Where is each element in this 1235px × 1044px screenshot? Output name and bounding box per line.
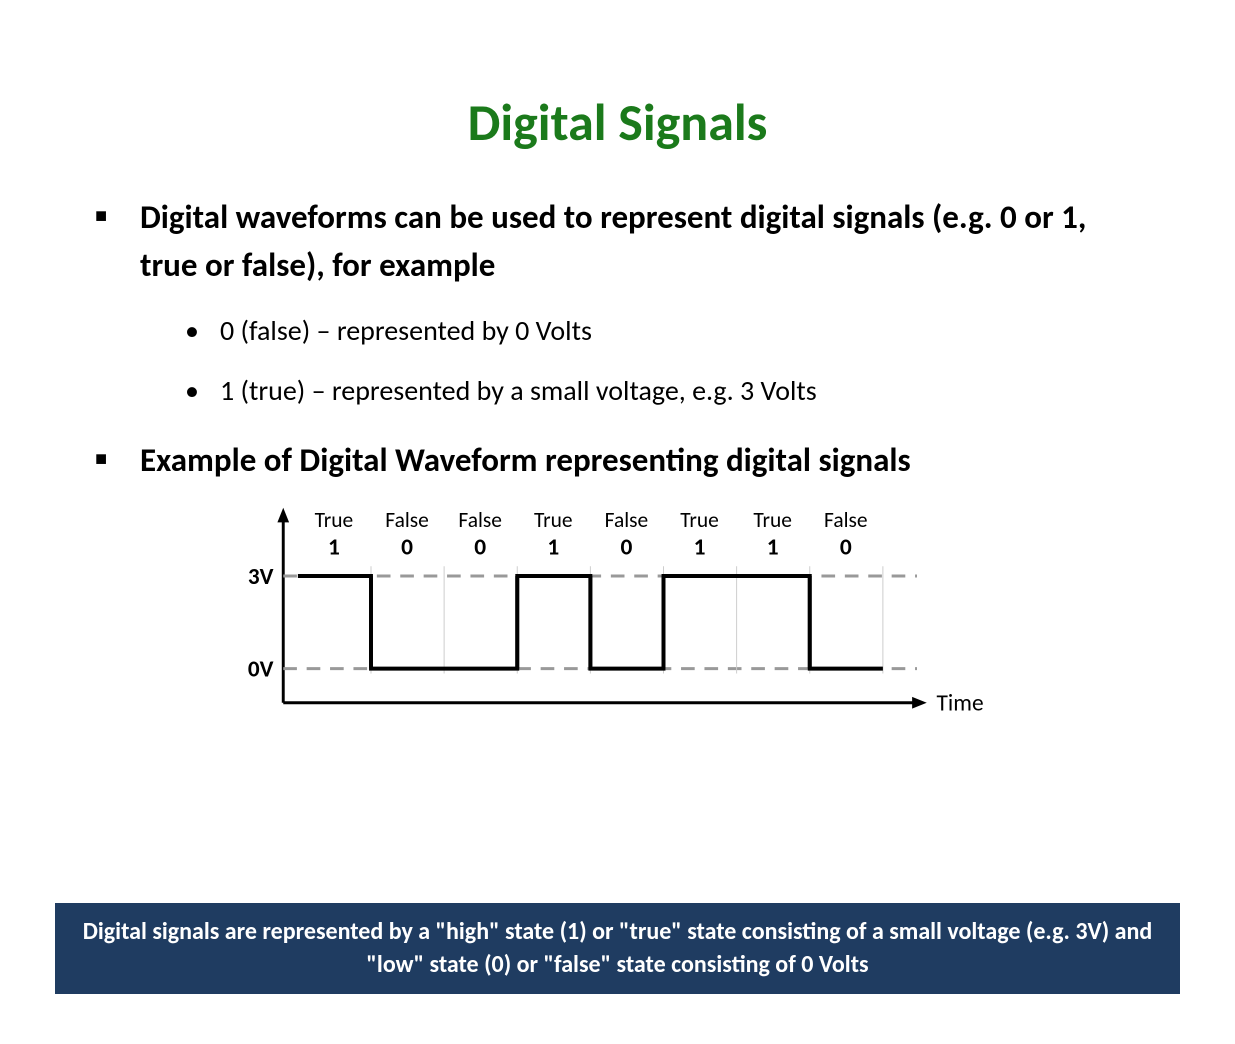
y-label-high: 3V	[248, 562, 274, 590]
y-label-low: 0V	[248, 655, 274, 683]
bit-label-top-7: False	[824, 507, 868, 533]
bit-label-top-1: False	[385, 507, 429, 533]
bullet-list: Digital waveforms can be used to represe…	[95, 194, 1140, 485]
bit-value-5: 1	[694, 533, 706, 561]
bit-value-2: 0	[474, 533, 486, 561]
waveform-svg: 3V 0V Time True False False	[215, 495, 995, 735]
bit-label-top-4: False	[605, 507, 649, 533]
footer-summary: Digital signals are represented by a "hi…	[55, 903, 1180, 994]
content-area: Digital waveforms can be used to represe…	[0, 194, 1235, 735]
bit-label-top-2: False	[458, 507, 502, 533]
x-axis-label: Time	[936, 689, 983, 717]
bit-value-4: 0	[621, 533, 633, 561]
bit-label-top-3: True	[534, 507, 573, 533]
bit-value-1: 0	[401, 533, 413, 561]
bit-label-top-0: True	[315, 507, 354, 533]
bullet-2: Example of Digital Waveform representing…	[95, 437, 1140, 485]
slide-title: Digital Signals	[0, 90, 1235, 154]
bit-label-top-5: True	[680, 507, 719, 533]
slide: Digital Signals Digital waveforms can be…	[0, 90, 1235, 1044]
sub-bullet-2: 1 (true) – represented by a small voltag…	[185, 370, 1140, 412]
bit-value-6: 1	[767, 533, 779, 561]
bullet-1: Digital waveforms can be used to represe…	[95, 194, 1140, 412]
bit-value-3: 1	[547, 533, 559, 561]
bit-value-0: 1	[328, 533, 340, 561]
bullet-1-text: Digital waveforms can be used to represe…	[140, 197, 1086, 285]
bit-value-7: 0	[840, 533, 852, 561]
waveform-diagram: 3V 0V Time True False False	[215, 495, 995, 735]
bullet-2-text: Example of Digital Waveform representing…	[140, 440, 911, 480]
bit-label-top-6: True	[753, 507, 792, 533]
sub-bullet-list: 0 (false) – represented by 0 Volts 1 (tr…	[185, 310, 1140, 412]
sub-bullet-1: 0 (false) – represented by 0 Volts	[185, 310, 1140, 352]
